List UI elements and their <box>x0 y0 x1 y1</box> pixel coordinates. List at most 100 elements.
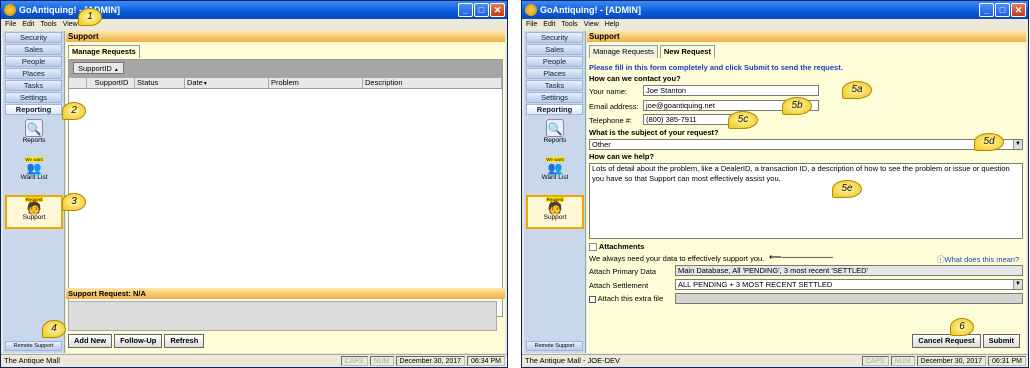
tab-manage-requests[interactable]: Manage Requests <box>589 45 658 58</box>
support-launcher[interactable]: Request 🧑 Support <box>526 195 584 229</box>
window-title: GoAntiquing! - [ADMIN] <box>19 5 120 15</box>
menu-view[interactable]: View <box>63 19 78 30</box>
sidebar-item-tasks[interactable]: Tasks <box>5 80 62 91</box>
attach-settlement-value: ALL PENDING + 3 MOST RECENT SETTLED <box>678 280 833 289</box>
sidebar-item-tasks[interactable]: Tasks <box>526 80 583 91</box>
remote-support-button[interactable]: Remote Support <box>5 341 62 351</box>
sidebar-item-sales[interactable]: Sales <box>5 44 62 55</box>
support-label: Support <box>22 214 46 221</box>
what-link-label: What does this mean? <box>944 255 1020 264</box>
people-icon: 👥 <box>26 161 42 175</box>
close-button[interactable]: ✕ <box>1011 3 1026 17</box>
status-date: December 30, 2017 <box>916 356 987 366</box>
app-icon <box>525 4 537 16</box>
subject-select[interactable]: Other ▼ <box>589 139 1023 150</box>
attach-settlement-select[interactable]: ALL PENDING + 3 MOST RECENT SETTLED ▼ <box>675 279 1023 290</box>
sidebar-item-settings[interactable]: Settings <box>5 92 62 103</box>
sidebar-item-places[interactable]: Places <box>5 68 62 79</box>
question-icon: ⓘ <box>937 255 945 264</box>
name-label: Your name: <box>589 87 628 96</box>
maximize-button[interactable]: □ <box>995 3 1010 17</box>
instruction-text: Please fill in this form completely and … <box>589 63 843 72</box>
menu-tools[interactable]: Tools <box>561 19 577 30</box>
callout-4: 4 <box>42 320 66 338</box>
menu-file[interactable]: File <box>5 19 16 30</box>
support-launcher[interactable]: Request 🧑 Support <box>5 195 63 229</box>
tab-new-request[interactable]: New Request <box>659 45 715 58</box>
reports-launcher[interactable]: 🔍 Reports <box>5 119 63 153</box>
contact-heading: How can we contact you? <box>589 74 681 83</box>
tab-manage-requests[interactable]: Manage Requests <box>68 45 140 58</box>
chevron-down-icon[interactable]: ▼ <box>1013 280 1022 289</box>
extra-file-row: Attach this extra file <box>589 294 663 303</box>
sidebar-item-settings[interactable]: Settings <box>526 92 583 103</box>
group-header-supportid[interactable]: SupportID ▲ <box>73 62 124 74</box>
col-status[interactable]: Status <box>135 78 185 88</box>
main-panel: Support Manage Requests New Request Plea… <box>587 31 1026 353</box>
sidebar-item-people[interactable]: People <box>5 56 62 67</box>
menu-tools[interactable]: Tools <box>40 19 56 30</box>
col-description[interactable]: Description <box>363 78 502 88</box>
want-list-launcher[interactable]: We want 👥 Want List <box>526 157 584 191</box>
extra-file-field[interactable] <box>675 293 1023 304</box>
reports-launcher[interactable]: 🔍 Reports <box>526 119 584 153</box>
sidebar-item-people[interactable]: People <box>526 56 583 67</box>
want-list-launcher[interactable]: We want 👥 Want List <box>5 157 63 191</box>
sidebar-item-reporting[interactable]: Reporting <box>526 104 583 115</box>
subject-value: Other <box>592 140 611 149</box>
menu-help[interactable]: Help <box>605 19 619 30</box>
menu-bar: File Edit Tools View Help <box>522 19 1028 30</box>
cancel-request-button[interactable]: Cancel Request <box>912 334 981 348</box>
reports-label: Reports <box>22 137 46 144</box>
people-icon: 👥 <box>547 161 563 175</box>
status-bar: The Antique Mall - JOE-DEV CAPS NUM Dece… <box>522 354 1028 367</box>
menu-file[interactable]: File <box>526 19 537 30</box>
menu-edit[interactable]: Edit <box>22 19 34 30</box>
status-time: 06:31 PM <box>988 356 1026 366</box>
remote-support-button[interactable]: Remote Support <box>526 341 583 351</box>
status-location: The Antique Mall - JOE-DEV <box>525 356 621 365</box>
want-list-label: Want List <box>20 174 48 181</box>
requests-grid[interactable]: SupportID ▲ SupportID Status Date▼ Probl… <box>68 59 503 317</box>
tab-strip: Manage Requests <box>66 45 505 58</box>
name-field[interactable]: Joe Stanton <box>643 85 819 96</box>
maximize-button[interactable]: □ <box>474 3 489 17</box>
magnifier-icon: 🔍 <box>546 119 564 137</box>
minimize-button[interactable]: _ <box>458 3 473 17</box>
sidebar-item-security[interactable]: Security <box>5 32 62 43</box>
refresh-button[interactable]: Refresh <box>164 334 205 348</box>
sidebar-item-sales[interactable]: Sales <box>526 44 583 55</box>
group-by-row: SupportID ▲ <box>69 60 502 78</box>
menu-view[interactable]: View <box>584 19 599 30</box>
document-icon <box>589 243 597 252</box>
menu-edit[interactable]: Edit <box>543 19 555 30</box>
attach-primary-field: Main Database, All 'PENDING', 3 most rec… <box>675 265 1023 276</box>
close-button[interactable]: ✕ <box>490 3 505 17</box>
add-new-button[interactable]: Add New <box>68 334 113 348</box>
sort-arrow-icon: ▲ <box>113 67 119 73</box>
submit-button[interactable]: Submit <box>982 334 1020 348</box>
callout-2: 2 <box>62 102 86 120</box>
sidebar-item-reporting[interactable]: Reporting <box>5 104 62 115</box>
chevron-down-icon[interactable]: ▼ <box>1013 140 1022 149</box>
want-list-label: Want List <box>541 174 569 181</box>
support-request-label: Support Request: N/A <box>66 288 505 299</box>
callout-6: 6 <box>950 318 974 336</box>
support-icon: 🧑 <box>547 201 563 215</box>
caps-indicator: CAPS <box>340 356 368 366</box>
follow-up-button[interactable]: Follow-Up <box>114 334 163 348</box>
attachments-heading: Attachments <box>598 242 645 251</box>
col-supportid[interactable]: SupportID <box>87 78 135 88</box>
sidebar-item-security[interactable]: Security <box>526 32 583 43</box>
col-date[interactable]: Date▼ <box>185 78 269 88</box>
extra-file-checkbox[interactable] <box>589 295 596 303</box>
column-headers: SupportID Status Date▼ Problem Descripti… <box>69 78 502 89</box>
sidebar-item-places[interactable]: Places <box>526 68 583 79</box>
col-problem[interactable]: Problem <box>269 78 363 88</box>
button-bar: Cancel Request Submit <box>587 334 1026 352</box>
what-does-this-mean-link[interactable]: ⓘWhat does this mean? <box>937 254 1019 265</box>
help-textarea[interactable]: Lots of detail about the problem, like a… <box>589 163 1023 239</box>
col-date-label: Date <box>187 78 203 87</box>
main-panel: Support Manage Requests SupportID ▲ Supp… <box>66 31 505 353</box>
minimize-button[interactable]: _ <box>979 3 994 17</box>
